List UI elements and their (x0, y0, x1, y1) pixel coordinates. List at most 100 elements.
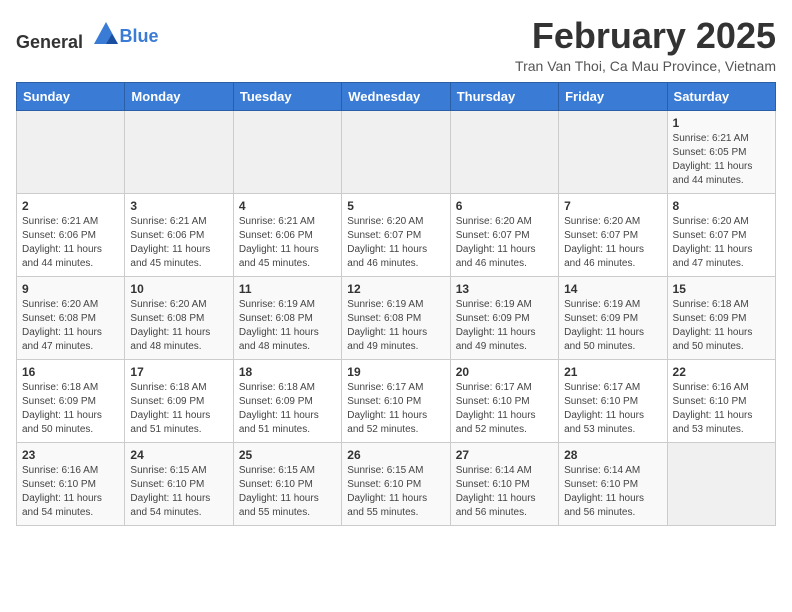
header: General Blue February 2025 Tran Van Thoi… (16, 16, 776, 74)
header-cell-monday: Monday (125, 82, 233, 110)
day-cell (342, 110, 450, 193)
day-cell: 22Sunrise: 6:16 AM Sunset: 6:10 PM Dayli… (667, 359, 775, 442)
day-number: 19 (347, 365, 444, 379)
logo-icon (92, 20, 120, 48)
day-cell: 27 Sunrise: 6:14 AM Sunset: 6:10 PM Dayli… (450, 442, 558, 525)
day-number: 3 (130, 199, 227, 213)
day-cell: 16 Sunrise: 6:18 AM Sunset: 6:09 PM Dayli… (17, 359, 125, 442)
day-info: Sunrise: 6:18 AM Sunset: 6:09 PM Dayligh… (22, 381, 119, 437)
day-info: Sunrise: 6:14 AM Sunset: 6:10 PM Dayligh… (456, 464, 553, 520)
day-cell (667, 442, 775, 525)
day-number: 2 (22, 199, 119, 213)
logo-blue: Blue (120, 26, 159, 47)
day-number: 5 (347, 199, 444, 213)
day-number: 9 (22, 282, 119, 296)
day-number: 22 (673, 365, 770, 379)
day-cell: 6 Sunrise: 6:20 AM Sunset: 6:07 PM Daylig… (450, 193, 558, 276)
day-cell: 7 Sunrise: 6:20 AM Sunset: 6:07 PM Daylig… (559, 193, 667, 276)
day-info: Sunrise: 6:20 AM Sunset: 6:07 PM Dayligh… (564, 215, 661, 271)
header-cell-saturday: Saturday (667, 82, 775, 110)
day-cell: 19 Sunrise: 6:17 AM Sunset: 6:10 PM Dayli… (342, 359, 450, 442)
day-number: 26 (347, 448, 444, 462)
day-info: Sunrise: 6:20 AM Sunset: 6:07 PM Dayligh… (673, 215, 770, 271)
day-cell: 11 Sunrise: 6:19 AM Sunset: 6:08 PM Dayli… (233, 276, 341, 359)
week-row-1: 1 Sunrise: 6:21 AM Sunset: 6:05 PM Daylig… (17, 110, 776, 193)
day-number: 10 (130, 282, 227, 296)
day-number: 14 (564, 282, 661, 296)
day-info: Sunrise: 6:14 AM Sunset: 6:10 PM Dayligh… (564, 464, 661, 520)
day-number: 15 (673, 282, 770, 296)
day-info: Sunrise: 6:18 AM Sunset: 6:09 PM Dayligh… (239, 381, 336, 437)
day-info: Sunrise: 6:18 AM Sunset: 6:09 PM Dayligh… (130, 381, 227, 437)
day-info: Sunrise: 6:20 AM Sunset: 6:08 PM Dayligh… (130, 298, 227, 354)
day-info: Sunrise: 6:20 AM Sunset: 6:07 PM Dayligh… (456, 215, 553, 271)
day-info: Sunrise: 6:20 AM Sunset: 6:07 PM Dayligh… (347, 215, 444, 271)
day-cell: 4 Sunrise: 6:21 AM Sunset: 6:06 PM Daylig… (233, 193, 341, 276)
day-cell: 5 Sunrise: 6:20 AM Sunset: 6:07 PM Daylig… (342, 193, 450, 276)
day-number: 23 (22, 448, 119, 462)
day-number: 6 (456, 199, 553, 213)
day-cell: 10 Sunrise: 6:20 AM Sunset: 6:08 PM Dayli… (125, 276, 233, 359)
header-cell-wednesday: Wednesday (342, 82, 450, 110)
day-number: 12 (347, 282, 444, 296)
day-cell: 25 Sunrise: 6:15 AM Sunset: 6:10 PM Dayli… (233, 442, 341, 525)
day-number: 7 (564, 199, 661, 213)
header-cell-tuesday: Tuesday (233, 82, 341, 110)
day-cell: 24 Sunrise: 6:15 AM Sunset: 6:10 PM Dayli… (125, 442, 233, 525)
header-row: SundayMondayTuesdayWednesdayThursdayFrid… (17, 82, 776, 110)
day-cell (125, 110, 233, 193)
day-number: 4 (239, 199, 336, 213)
day-number: 8 (673, 199, 770, 213)
calendar-table: SundayMondayTuesdayWednesdayThursdayFrid… (16, 82, 776, 526)
day-info: Sunrise: 6:19 AM Sunset: 6:08 PM Dayligh… (239, 298, 336, 354)
day-cell: 13Sunrise: 6:19 AM Sunset: 6:09 PM Dayli… (450, 276, 558, 359)
day-number: 27 (456, 448, 553, 462)
calendar-header: SundayMondayTuesdayWednesdayThursdayFrid… (17, 82, 776, 110)
day-number: 28 (564, 448, 661, 462)
header-cell-thursday: Thursday (450, 82, 558, 110)
calendar-subtitle: Tran Van Thoi, Ca Mau Province, Vietnam (515, 58, 776, 74)
week-row-5: 23 Sunrise: 6:16 AM Sunset: 6:10 PM Dayli… (17, 442, 776, 525)
day-cell: 1 Sunrise: 6:21 AM Sunset: 6:05 PM Daylig… (667, 110, 775, 193)
day-cell: 14 Sunrise: 6:19 AM Sunset: 6:09 PM Dayli… (559, 276, 667, 359)
day-cell: 17 Sunrise: 6:18 AM Sunset: 6:09 PM Dayli… (125, 359, 233, 442)
day-info: Sunrise: 6:21 AM Sunset: 6:06 PM Dayligh… (22, 215, 119, 271)
week-row-2: 2 Sunrise: 6:21 AM Sunset: 6:06 PM Daylig… (17, 193, 776, 276)
day-cell: 2 Sunrise: 6:21 AM Sunset: 6:06 PM Daylig… (17, 193, 125, 276)
title-area: February 2025 Tran Van Thoi, Ca Mau Prov… (515, 16, 776, 74)
day-info: Sunrise: 6:21 AM Sunset: 6:05 PM Dayligh… (673, 132, 770, 188)
week-row-4: 16 Sunrise: 6:18 AM Sunset: 6:09 PM Dayli… (17, 359, 776, 442)
day-cell (233, 110, 341, 193)
day-info: Sunrise: 6:16 AM Sunset: 6:10 PM Dayligh… (22, 464, 119, 520)
day-number: 21 (564, 365, 661, 379)
logo-general: General (16, 32, 83, 52)
day-info: Sunrise: 6:19 AM Sunset: 6:09 PM Dayligh… (564, 298, 661, 354)
day-info: Sunrise: 6:21 AM Sunset: 6:06 PM Dayligh… (239, 215, 336, 271)
week-row-3: 9 Sunrise: 6:20 AM Sunset: 6:08 PM Daylig… (17, 276, 776, 359)
day-info: Sunrise: 6:17 AM Sunset: 6:10 PM Dayligh… (456, 381, 553, 437)
day-number: 17 (130, 365, 227, 379)
day-cell: 18 Sunrise: 6:18 AM Sunset: 6:09 PM Dayli… (233, 359, 341, 442)
day-cell: 20 Sunrise: 6:17 AM Sunset: 6:10 PM Dayli… (450, 359, 558, 442)
day-info: Sunrise: 6:20 AM Sunset: 6:08 PM Dayligh… (22, 298, 119, 354)
day-info: Sunrise: 6:17 AM Sunset: 6:10 PM Dayligh… (347, 381, 444, 437)
day-info: Sunrise: 6:15 AM Sunset: 6:10 PM Dayligh… (239, 464, 336, 520)
day-cell: 21 Sunrise: 6:17 AM Sunset: 6:10 PM Dayli… (559, 359, 667, 442)
day-number: 25 (239, 448, 336, 462)
day-number: 24 (130, 448, 227, 462)
day-info: Sunrise: 6:17 AM Sunset: 6:10 PM Dayligh… (564, 381, 661, 437)
day-number: 20 (456, 365, 553, 379)
day-cell (559, 110, 667, 193)
calendar-title: February 2025 (515, 16, 776, 56)
day-number: 16 (22, 365, 119, 379)
day-info: Sunrise: 6:15 AM Sunset: 6:10 PM Dayligh… (347, 464, 444, 520)
day-cell: 8 Sunrise: 6:20 AM Sunset: 6:07 PM Daylig… (667, 193, 775, 276)
day-info: Sunrise: 6:15 AM Sunset: 6:10 PM Dayligh… (130, 464, 227, 520)
day-number: 18 (239, 365, 336, 379)
day-cell: 15Sunrise: 6:18 AM Sunset: 6:09 PM Dayli… (667, 276, 775, 359)
day-number: 11 (239, 282, 336, 296)
day-number: 1 (673, 116, 770, 130)
day-info: Sunrise: 6:21 AM Sunset: 6:06 PM Dayligh… (130, 215, 227, 271)
day-cell (17, 110, 125, 193)
day-number: 13 (456, 282, 553, 296)
